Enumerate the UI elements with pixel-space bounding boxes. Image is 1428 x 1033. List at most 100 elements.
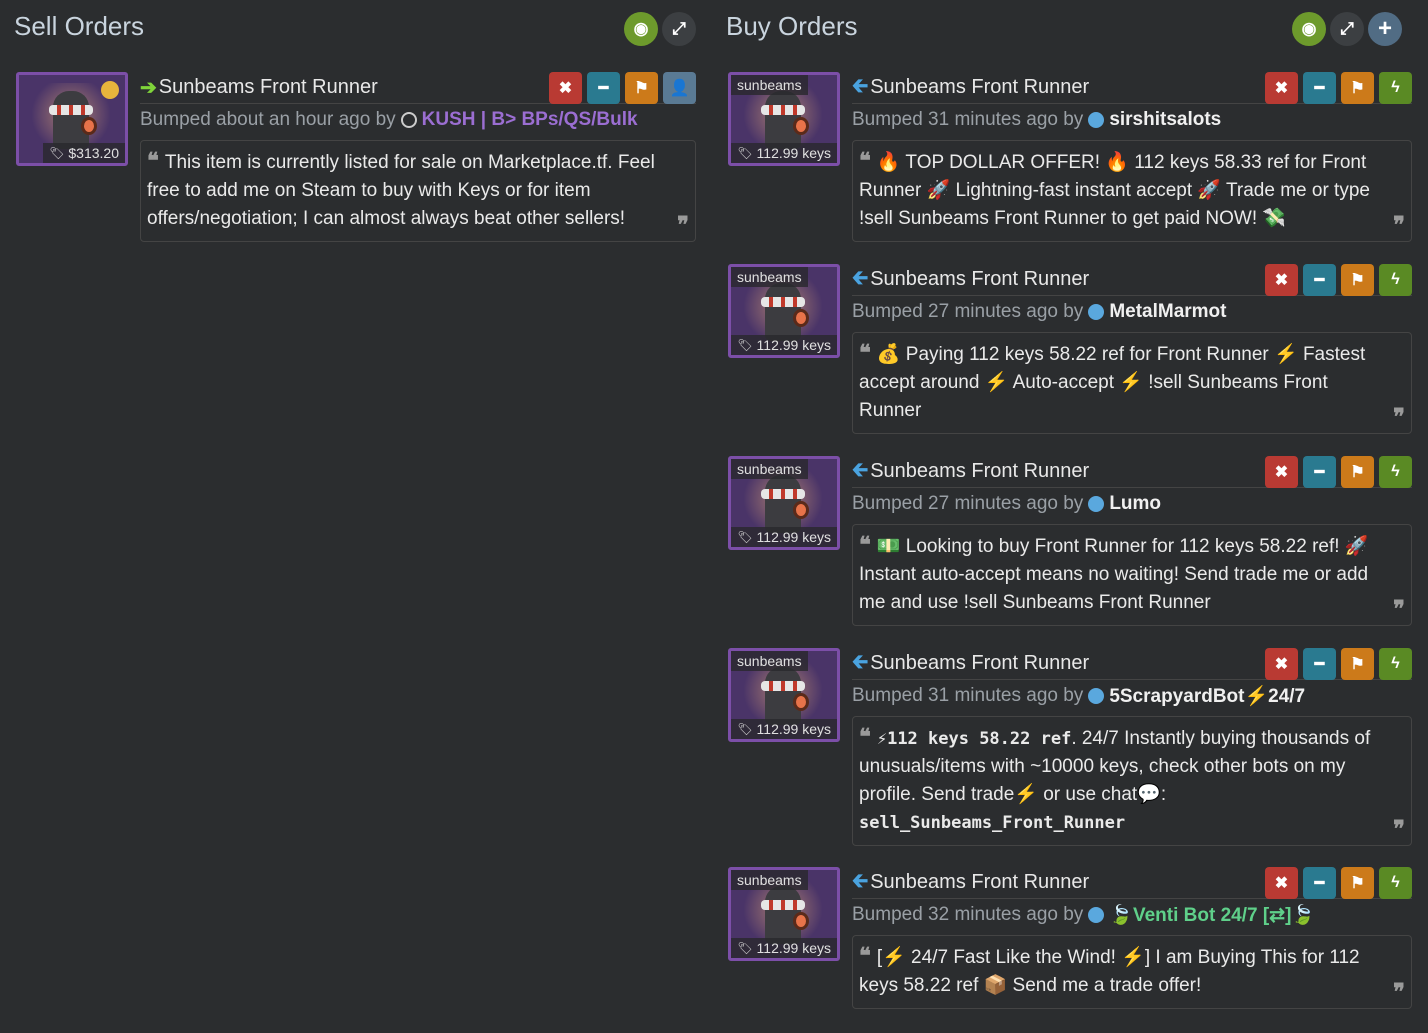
effect-label: sunbeams [731, 267, 808, 287]
item-name[interactable]: Sunbeams Front Runner [870, 871, 1089, 894]
bump-line: Bumped 31 minutes ago by sirshitsalots [852, 109, 1222, 131]
quote-open-icon: ❝ [859, 148, 871, 173]
price-tag: 🏷 112.99 keys [731, 527, 837, 547]
toggle-visibility-button[interactable]: ◉ [1292, 12, 1326, 46]
instant-trade-button[interactable]: ϟ [1379, 72, 1412, 104]
quote-open-icon: ❝ [147, 148, 159, 173]
item-name[interactable]: Sunbeams Front Runner [870, 268, 1089, 291]
listing-description: ❝ [⚡ 24/7 Fast Like the Wind! ⚡] I am Buy… [852, 935, 1412, 1009]
minus-button[interactable]: ━ [1303, 264, 1336, 296]
username-link[interactable]: Lumo [1109, 493, 1161, 515]
listing-body: 🡰 Sunbeams Front Runner ✖ ━ ⚑ ϟ Bumped 3… [852, 867, 1412, 1009]
eye-slash-icon: ◉ [633, 19, 649, 38]
instant-trade-button[interactable]: ϟ [1379, 264, 1412, 296]
listing-body: 🡰 Sunbeams Front Runner ✖ ━ ⚑ ϟ Bumped 3… [852, 648, 1412, 846]
remove-button[interactable]: ✖ [1265, 648, 1298, 680]
minus-icon: ━ [1314, 80, 1325, 97]
listing-actions: ✖ ━ ⚑ ϟ [1265, 264, 1412, 296]
add-listing-button[interactable]: + [1368, 12, 1402, 46]
minus-icon: ━ [598, 80, 609, 97]
tag-icon: 🏷 [737, 722, 753, 736]
close-icon: ✖ [558, 80, 573, 97]
username-link[interactable]: MetalMarmot [1109, 301, 1226, 323]
report-button[interactable]: ⚑ [1341, 648, 1374, 680]
minus-icon: ━ [1314, 464, 1325, 481]
item-name[interactable]: Sunbeams Front Runner [870, 76, 1089, 99]
flag-icon: ⚑ [1350, 875, 1365, 892]
close-icon: ✖ [1274, 875, 1289, 892]
item-thumbnail[interactable]: sunbeams 🏷 112.99 keys [728, 456, 840, 550]
user-status-icon [1088, 688, 1105, 704]
bolt-icon: ϟ [1391, 655, 1400, 672]
effect-label: sunbeams [731, 459, 808, 479]
flag-icon: ⚑ [1350, 464, 1365, 481]
arrow-left-icon: 🡰 [852, 266, 869, 289]
report-button[interactable]: ⚑ [1341, 867, 1374, 899]
listing-description: ❝ 💰 Paying 112 keys 58.22 ref for Front R… [852, 332, 1412, 434]
listing-description: ❝ 💵 Looking to buy Front Runner for 112 k… [852, 524, 1412, 626]
remove-button[interactable]: ✖ [1265, 72, 1298, 104]
sell-header-buttons: ◉ ⤢ [624, 12, 696, 46]
item-name[interactable]: Sunbeams Front Runner [159, 76, 378, 99]
bump-line: Bumped 27 minutes ago by MetalMarmot [852, 301, 1227, 323]
listing-title-row: 🡰 Sunbeams Front Runner ✖ ━ ⚑ ϟ [852, 72, 1412, 104]
bolt-icon: ϟ [1391, 79, 1400, 96]
quote-close-icon: ❞ [1393, 404, 1405, 429]
expand-button[interactable]: ⤢ [662, 12, 696, 46]
remove-button[interactable]: ✖ [1265, 264, 1298, 296]
remove-button[interactable]: ✖ [1265, 456, 1298, 488]
minus-button[interactable]: ━ [1303, 72, 1336, 104]
add-friend-button[interactable]: 👤 [663, 72, 696, 104]
listing-body: 🡰 Sunbeams Front Runner ✖ ━ ⚑ ϟ Bumped 2… [852, 264, 1412, 434]
toggle-visibility-button[interactable]: ◉ [624, 12, 658, 46]
username-link[interactable]: 5ScrapyardBot⚡24/7 [1109, 684, 1305, 708]
listing-description: ❝ ⚡112 keys 58.22 ref. 24/7 Instantly buy… [852, 716, 1412, 846]
listing-title-row: 🡰 Sunbeams Front Runner ✖ ━ ⚑ ϟ [852, 264, 1412, 296]
quote-close-icon: ❞ [1393, 212, 1405, 237]
report-button[interactable]: ⚑ [1341, 72, 1374, 104]
item-thumbnail[interactable]: sunbeams 🏷 112.99 keys [728, 72, 840, 166]
minus-button[interactable]: ━ [587, 72, 620, 104]
expand-button[interactable]: ⤢ [1330, 12, 1364, 46]
expand-icon: ⤢ [1340, 19, 1354, 38]
minus-icon: ━ [1314, 272, 1325, 289]
tag-icon: 🏷 [737, 941, 753, 955]
minus-button[interactable]: ━ [1303, 648, 1336, 680]
listing-title-row: 🡰 Sunbeams Front Runner ✖ ━ ⚑ ϟ [852, 867, 1412, 899]
username-link[interactable]: 🍃Venti Bot 24/7 [⇄]🍃 [1109, 903, 1315, 927]
minus-button[interactable]: ━ [1303, 456, 1336, 488]
plus-icon: + [1377, 15, 1392, 42]
listing-title-row: 🡰 Sunbeams Front Runner ✖ ━ ⚑ ϟ [852, 456, 1412, 488]
instant-trade-button[interactable]: ϟ [1379, 867, 1412, 899]
remove-button[interactable]: ✖ [1265, 867, 1298, 899]
quote-open-icon: ❝ [859, 943, 871, 968]
instant-trade-button[interactable]: ϟ [1379, 648, 1412, 680]
status-dot [101, 81, 119, 99]
bump-line: Bumped 31 minutes ago by 5ScrapyardBot⚡2… [852, 684, 1306, 708]
username-link[interactable]: sirshitsalots [1109, 109, 1221, 131]
username-link[interactable]: KUSH | B> BPs/QS/Bulk [422, 109, 638, 131]
instant-trade-button[interactable]: ϟ [1379, 456, 1412, 488]
item-thumbnail[interactable]: sunbeams 🏷 112.99 keys [728, 264, 840, 358]
report-button[interactable]: ⚑ [1341, 264, 1374, 296]
item-thumbnail[interactable]: sunbeams 🏷 112.99 keys [728, 648, 840, 742]
quote-open-icon: ❝ [859, 532, 871, 557]
quote-open-icon: ❝ [859, 340, 871, 365]
item-name[interactable]: Sunbeams Front Runner [870, 652, 1089, 675]
arrow-left-icon: 🡰 [852, 458, 869, 481]
eye-slash-icon: ◉ [1301, 19, 1317, 38]
user-plus-icon: 👤 [669, 80, 690, 97]
flag-icon: ⚑ [1350, 272, 1365, 289]
report-button[interactable]: ⚑ [625, 72, 658, 104]
listing-actions: ✖ ━ ⚑ 👤 [549, 72, 696, 104]
flag-icon: ⚑ [634, 80, 649, 97]
remove-button[interactable]: ✖ [549, 72, 582, 104]
minus-button[interactable]: ━ [1303, 867, 1336, 899]
listing-actions: ✖ ━ ⚑ ϟ [1265, 456, 1412, 488]
item-name[interactable]: Sunbeams Front Runner [870, 460, 1089, 483]
effect-label: sunbeams [731, 75, 808, 95]
command-code: sell_Sunbeams_Front_Runner [859, 813, 1126, 833]
item-thumbnail[interactable]: sunbeams 🏷 112.99 keys [728, 867, 840, 961]
item-thumbnail[interactable]: 🏷 $313.20 [16, 72, 128, 166]
report-button[interactable]: ⚑ [1341, 456, 1374, 488]
